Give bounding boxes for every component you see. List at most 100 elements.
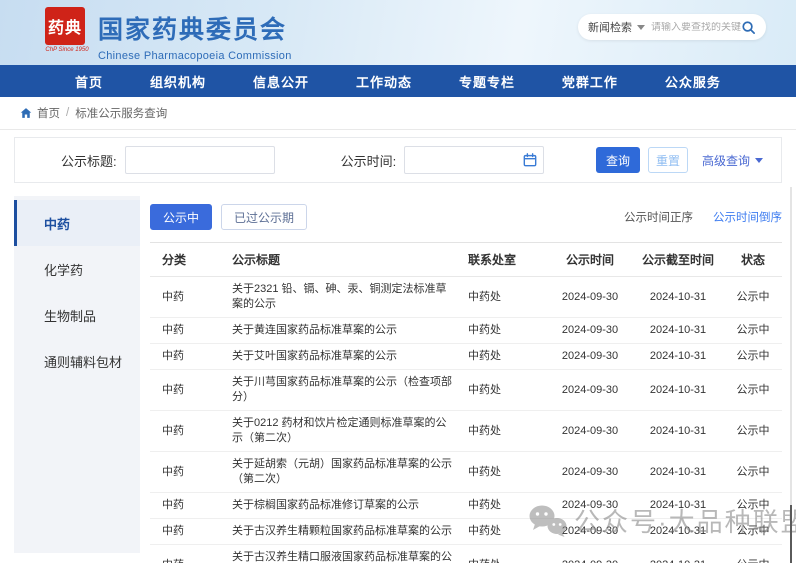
tab-expired-publicity[interactable]: 已过公示期: [221, 204, 308, 230]
column-header-status: 状态: [740, 253, 765, 267]
home-icon[interactable]: [20, 107, 32, 119]
scrollbar[interactable]: [790, 187, 792, 563]
chevron-down-icon[interactable]: [637, 24, 645, 30]
table-row: 中药 关于棕榈国家药品标准修订草案的公示 中药处 2024-09-30 2024-10-…: [150, 493, 782, 519]
cell-end-date: 2024-10-31: [649, 290, 707, 303]
nav-item-organization[interactable]: 组织机构: [150, 72, 206, 91]
cell-start-date: 2024-09-30: [561, 465, 619, 478]
cell-title: 关于古汉养生精口服液国家药品标准草案的公示: [232, 551, 452, 563]
cell-category: 中药: [162, 290, 184, 303]
sort-time-ascending-link[interactable]: 公示时间正序: [624, 209, 693, 225]
column-header-title: 公示标题: [232, 253, 281, 267]
status-link[interactable]: 公示中: [724, 370, 782, 410]
breadcrumb-home-link[interactable]: 首页: [37, 105, 60, 121]
cell-start-date: 2024-09-30: [561, 424, 619, 437]
cell-office: 中药处: [468, 350, 501, 362]
cell-category: 中药: [150, 545, 218, 563]
nav-item-special-topics[interactable]: 专题专栏: [459, 72, 515, 91]
cell-title: 关于2321 铅、镉、砷、汞、铜测定法标准草案的公示: [232, 283, 447, 310]
cell-category: 中药: [162, 499, 184, 511]
site-title: 国家药典委员会: [98, 16, 288, 44]
cell-end-date: 2024-10-31: [649, 499, 707, 511]
cell-category: 中药: [162, 350, 184, 362]
cell-start-date: 2024-09-30: [561, 499, 619, 511]
table-row: 中药 关于艾叶国家药品标准草案的公示 中药处 2024-09-30 2024-10-31…: [150, 344, 782, 370]
cell-start-date: 2024-09-30: [561, 324, 619, 336]
nav-item-work-news[interactable]: 工作动态: [356, 72, 412, 91]
table-row: 中药 关于2321 铅、镉、砷、汞、铜测定法标准草案的公示 中药处 2024-09-3…: [150, 277, 782, 318]
filter-title-label: 公示标题:: [61, 153, 117, 169]
cell-start-date: 2024-09-30: [561, 350, 619, 362]
sidebar-item-chemical-drugs[interactable]: 化学药: [14, 246, 140, 292]
cell-office: 中药处: [468, 424, 501, 437]
status-link[interactable]: 公示中: [724, 277, 782, 317]
cell-category: 中药: [162, 383, 184, 396]
nav-item-party-work[interactable]: 党群工作: [562, 72, 618, 91]
search-input[interactable]: [651, 21, 741, 33]
advanced-search-link[interactable]: 高级查询: [702, 152, 763, 169]
cell-title: 关于0212 药材和饮片检定通则标准草案的公示（第二次）: [232, 417, 447, 444]
cell-start-date: 2024-09-30: [561, 383, 619, 396]
cell-start-date: 2024-09-30: [561, 290, 619, 303]
cell-title: 关于古汉养生精颗粒国家药品标准草案的公示: [232, 525, 452, 537]
cell-office: 中药处: [468, 465, 501, 478]
filter-panel: 公示标题: 公示时间: 查询 重置 高级查询: [14, 137, 782, 183]
sidebar-item-general-excipients-packaging[interactable]: 通则辅料包材: [14, 338, 140, 384]
cell-title: 关于延胡索（元胡）国家药品标准草案的公示（第二次）: [232, 458, 452, 485]
table-row: 中药 关于古汉养生精口服液国家药品标准草案的公示 中药处2024-09-302024…: [150, 545, 782, 563]
table-row: 中药 关于古汉养生精颗粒国家药品标准草案的公示 中药处 2024-09-30 2024-…: [150, 519, 782, 545]
status-link[interactable]: 公示中: [724, 344, 782, 369]
nav-item-public-service[interactable]: 公众服务: [665, 72, 721, 91]
tab-in-publicity[interactable]: 公示中: [150, 204, 213, 230]
cell-end-date: 2024-10-31: [649, 350, 707, 362]
sort-time-descending-link[interactable]: 公示时间倒序: [713, 209, 782, 225]
column-header-office: 联系处室: [468, 253, 517, 267]
status-link[interactable]: 公示中: [724, 545, 782, 563]
page: 药典 ChP Since 1950 国家药典委员会 Chinese Pharma…: [0, 0, 796, 563]
cell-end-date: 2024-10-31: [649, 383, 707, 396]
cell-end-date: 2024-10-31: [649, 465, 707, 478]
status-link[interactable]: 公示中: [724, 452, 782, 492]
site-brand: 国家药典委员会 Chinese Pharmacopoeia Commission: [98, 10, 292, 62]
sidebar-item-tcm[interactable]: 中药: [14, 200, 140, 246]
status-link[interactable]: 公示中: [724, 493, 782, 518]
filter-title-input[interactable]: [124, 146, 275, 174]
main-nav: 首页 组织机构 信息公开 工作动态 专题专栏 党群工作 公众服务: [0, 65, 796, 97]
column-header-start-date: 公示时间: [565, 253, 614, 267]
calendar-icon[interactable]: [523, 153, 537, 167]
advanced-search-label: 高级查询: [701, 153, 750, 168]
cell-title: 关于棕榈国家药品标准修订草案的公示: [232, 499, 419, 511]
chevron-down-icon: [755, 157, 763, 163]
status-link[interactable]: 公示中: [724, 519, 782, 544]
cell-start-date: 2024-09-30: [561, 525, 619, 537]
nav-item-home[interactable]: 首页: [75, 72, 103, 91]
cell-start-date: 2024-09-30: [548, 545, 632, 563]
cell-office: 中药处: [468, 324, 501, 336]
cell-title: 关于川芎国家药品标准草案的公示（检查项部分）: [232, 376, 452, 403]
reset-button[interactable]: 重置: [647, 147, 688, 173]
cell-end-date: 2024-10-31: [649, 525, 707, 537]
cell-office: 中药处: [468, 383, 501, 396]
nav-item-info-disclosure[interactable]: 信息公开: [253, 72, 309, 91]
status-link[interactable]: 公示中: [724, 318, 782, 343]
cell-office: 中药处: [468, 545, 548, 563]
cell-category: 中药: [162, 525, 184, 537]
cell-end-date: 2024-10-31: [649, 324, 707, 336]
search-icon[interactable]: [741, 20, 756, 35]
site-logo: 药典 ChP Since 1950: [45, 7, 89, 53]
cell-office: 中药处: [468, 525, 501, 537]
table-row: 中药 关于川芎国家药品标准草案的公示（检查项部分） 中药处 2024-09-30 202…: [150, 370, 782, 411]
breadcrumb-separator: /: [66, 107, 70, 119]
search-category-select[interactable]: 新闻检索: [588, 19, 632, 35]
category-sidebar: 中药 化学药 生物制品 通则辅料包材: [14, 196, 140, 553]
breadcrumb-current: 标准公示服务查询: [75, 108, 168, 120]
sidebar-item-biological-products[interactable]: 生物制品: [14, 292, 140, 338]
table-row: 中药 关于黄连国家药品标准草案的公示 中药处 2024-09-30 2024-10-31…: [150, 318, 782, 344]
seal-logo-icon: 药典: [45, 7, 85, 45]
query-button[interactable]: 查询: [595, 147, 640, 173]
cell-office: 中药处: [468, 290, 501, 303]
content: 中药 化学药 生物制品 通则辅料包材 公示中 已过公示期 公示时间正序 公示时间…: [14, 196, 782, 563]
status-link[interactable]: 公示中: [724, 411, 782, 451]
main-panel: 公示中 已过公示期 公示时间正序 公示时间倒序 分类 公示标题 联系处室 公示时…: [150, 196, 782, 563]
cell-title: 关于艾叶国家药品标准草案的公示: [232, 350, 397, 362]
